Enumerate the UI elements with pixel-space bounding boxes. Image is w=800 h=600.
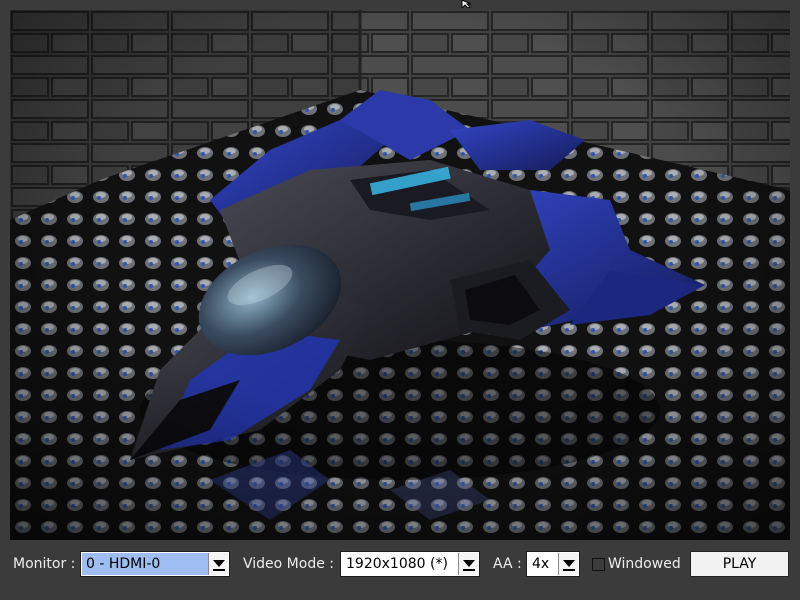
play-button[interactable]: PLAY [690, 551, 789, 577]
aa-label: AA : [493, 556, 522, 572]
windowed-checkbox[interactable] [592, 558, 605, 571]
video-mode-select[interactable]: 1920x1080 (*) [340, 551, 480, 577]
spaceship-render-icon [10, 10, 790, 540]
monitor-select-value: 0 - HDMI-0 [82, 553, 208, 575]
launcher-window: Monitor : 0 - HDMI-0 Video Mode : 1920x1… [0, 0, 800, 600]
monitor-label: Monitor : [13, 556, 76, 572]
monitor-dropdown-arrow-icon[interactable] [208, 553, 228, 575]
aa-dropdown-arrow-icon[interactable] [558, 553, 578, 575]
video-mode-select-value: 1920x1080 (*) [346, 556, 448, 572]
video-mode-dropdown-arrow-icon[interactable] [458, 553, 478, 575]
preview-image [10, 10, 790, 540]
aa-select-value: 4x [532, 556, 550, 572]
launcher-controls-bar: Monitor : 0 - HDMI-0 Video Mode : 1920x1… [0, 546, 800, 582]
monitor-select[interactable]: 0 - HDMI-0 [80, 551, 230, 577]
aa-select[interactable]: 4x [526, 551, 580, 577]
video-mode-label: Video Mode : [243, 556, 334, 572]
windowed-label[interactable]: Windowed [608, 556, 681, 572]
mouse-cursor-icon [461, 0, 472, 8]
